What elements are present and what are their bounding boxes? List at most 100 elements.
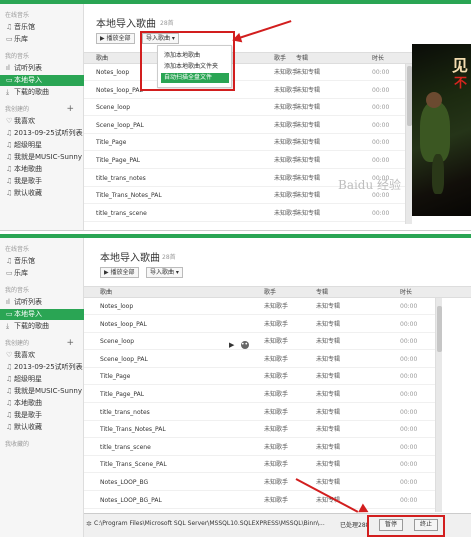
top-sidebar: 在线音乐 ♫ 音乐馆 ▭乐库 我的音乐 ıl 试听列表 ▭本地导入 ⤓ 下载的歌曲 我创建的 + ♡ 我喜… [0, 4, 84, 230]
cell-song: Scene_loop_PAL [96, 121, 144, 129]
table-row[interactable]: Notes_loop 未知歌手 未知专辑 00:00 [84, 298, 435, 315]
sidebar-item-label: 我喜欢 [14, 117, 35, 125]
cell-artist: 未知歌手 [264, 426, 289, 434]
cell-length: 00:00 [400, 391, 418, 398]
cell-artist: 未知歌手 [274, 209, 299, 217]
table-row[interactable]: Title_Page 未知歌手 未知专辑 00:00 [84, 368, 435, 386]
sidebar-item[interactable]: ♫ 默认收藏 [0, 422, 84, 433]
sidebar-item[interactable]: ♫ 音乐馆 [0, 22, 84, 33]
sidebar-item[interactable]: ♫ 我是歌手 [0, 176, 84, 187]
add-playlist-icon[interactable]: + [66, 338, 74, 349]
cell-album: 未知专辑 [296, 121, 321, 129]
table-row[interactable]: Scene_loop_PAL 未知歌手 未知专辑 00:00 [84, 117, 405, 134]
add-playlist-icon[interactable]: + [66, 104, 74, 115]
cell-artist: 未知歌手 [264, 303, 289, 310]
scan-status-bar: ✲ C:\Program Files\Microsoft SQL Server\… [84, 513, 471, 537]
sidebar-section-header: 在线音乐 [0, 244, 84, 255]
scrollbar-thumb[interactable] [437, 306, 442, 352]
import-songs-button[interactable]: 导入歌曲 ▾ [146, 267, 183, 278]
cell-song: title_trans_scene [100, 443, 151, 451]
row-more-icon[interactable]: ••• [241, 341, 252, 349]
sidebar-item-label: 试听列表 [14, 298, 42, 306]
table-row[interactable]: Notes_LOOP_BG 未知歌手 未知专辑 00:00 [84, 474, 435, 491]
sidebar-item[interactable]: ▭乐库 [0, 268, 84, 279]
table-row[interactable]: Scene_loop 未知歌手 未知专辑 00:00 [84, 99, 405, 117]
cell-artist: 未知歌手 [264, 320, 289, 328]
sidebar-item[interactable]: ♫ 2013-09-25试听列表 [0, 362, 84, 373]
play-all-button[interactable]: ▶ 播放全部 [96, 33, 135, 44]
table-row[interactable]: Title_Trans_Notes_PAL 未知歌手 未知专辑 00:00 [84, 421, 435, 439]
table-row[interactable]: title_trans_notes 未知歌手 未知专辑 00:00 [84, 404, 435, 421]
table-row[interactable]: Scene_loop 未知歌手 未知专辑 00:00 [84, 333, 435, 351]
sidebar-item[interactable]: ♫ 音乐馆 [0, 256, 84, 267]
sidebar-item[interactable]: ▭本地导入 [0, 309, 84, 320]
sidebar-item[interactable]: ♫ 我是歌手 [0, 410, 84, 421]
table-row[interactable]: Title_Page_PAL 未知歌手 未知专辑 00:00 [84, 386, 435, 403]
scan-processed-count: 已处理288 [340, 522, 370, 529]
sidebar-item[interactable]: ▭乐库 [0, 34, 84, 45]
cell-album: 未知专辑 [296, 174, 321, 182]
sidebar-item[interactable]: ♫ 超级明星 [0, 140, 84, 151]
monitor-icon: ▭ [6, 76, 13, 84]
sidebar-item-label: 我是歌手 [14, 177, 42, 185]
cell-artist: 未知歌手 [274, 139, 299, 147]
sidebar-item[interactable]: ♡ 我喜欢 [0, 350, 84, 361]
scan-current-path: C:\Program Files\Microsoft SQL Server\MS… [94, 520, 325, 527]
play-all-button[interactable]: ▶ 播放全部 [100, 267, 139, 278]
cell-length: 00:00 [400, 426, 418, 434]
table-row[interactable]: Notes_loop_PAL 未知歌手 未知专辑 00:00 [84, 82, 405, 99]
bars-icon: ıl [6, 64, 10, 72]
table-row[interactable]: Title_Page_PAL 未知歌手 未知专辑 00:00 [84, 152, 405, 169]
table-header: 歌曲 歌手 专辑 时长 [84, 286, 471, 298]
row-play-icon[interactable]: ▶ [229, 341, 234, 349]
sidebar-item[interactable]: ▭本地导入 [0, 75, 84, 86]
table-row[interactable]: Notes_loop 未知歌手 未知专辑 00:00 [84, 64, 405, 81]
cell-artist: 未知歌手 [274, 157, 299, 164]
table-row[interactable]: title_trans_scene 未知歌手 未知专辑 00:00 [84, 439, 435, 456]
sidebar-item-label: 音乐馆 [14, 257, 35, 265]
library-icon: ▭ [6, 269, 13, 277]
cell-length: 00:00 [372, 69, 390, 76]
cell-song: Title_Page [96, 139, 127, 147]
cell-album: 未知专辑 [296, 69, 321, 76]
sidebar-item-label: 下载的歌曲 [14, 322, 49, 330]
tutorial-screenshot: 在线音乐 ♫ 音乐馆 ▭乐库 我的音乐 ıl 试听列表 ▭本地导入 ⤓ 下载的歌曲 我创建的 + ♡ 我喜… [0, 0, 471, 537]
sidebar-item[interactable]: ♫ 本地歌曲 [0, 164, 84, 175]
cell-song: Title_Trans_Scene_PAL [100, 461, 167, 469]
cell-album: 未知专辑 [316, 338, 341, 346]
watermark: Baidu 经验 [338, 178, 402, 192]
cell-artist: 未知歌手 [264, 355, 289, 363]
sidebar-item[interactable]: ♫ 本地歌曲 [0, 398, 84, 409]
sidebar-item[interactable]: ♫ 我就是MUSIC-Sunny [0, 386, 84, 397]
cell-length: 00:00 [372, 157, 390, 164]
annotation-box [140, 31, 235, 91]
table-row[interactable]: Notes_loop_PAL 未知歌手 未知专辑 00:00 [84, 316, 435, 333]
table-row[interactable]: Scene_loop_PAL 未知歌手 未知专辑 00:00 [84, 351, 435, 368]
cell-length: 00:00 [400, 373, 418, 381]
cell-song: Title_Trans_Notes_PAL [96, 192, 162, 200]
table-row[interactable]: Title_Trans_Scene_PAL 未知歌手 未知专辑 00:00 [84, 456, 435, 474]
sidebar-item[interactable]: ♫ 超级明星 [0, 374, 84, 385]
sidebar-item[interactable]: ♫ 2013-09-25试听列表 [0, 128, 84, 139]
playlist-icon: ♫ [6, 177, 13, 185]
sidebar-item[interactable]: ♡ 我喜欢 [0, 116, 84, 127]
sidebar-item[interactable]: ♫ 我就是MUSIC-Sunny [0, 152, 84, 163]
sidebar-item-label: 本地导入 [14, 310, 42, 318]
table-row[interactable]: Title_Page 未知歌手 未知专辑 00:00 [84, 134, 405, 152]
cell-artist: 未知歌手 [264, 443, 289, 451]
table-row[interactable]: Notes_LOOP_BG_PAL 未知歌手 未知专辑 00:00 [84, 492, 435, 509]
page-title: 本地导入歌曲 [100, 253, 160, 264]
sidebar-item[interactable]: ıl 试听列表 [0, 297, 84, 308]
cell-artist: 未知歌手 [274, 69, 299, 76]
sidebar-item-label: 2013-09-25试听列表 [14, 129, 83, 137]
cell-length: 00:00 [400, 355, 418, 363]
sidebar-item-label: 我收藏的 [5, 441, 30, 448]
sidebar-item[interactable]: ıl 试听列表 [0, 63, 84, 74]
table-row[interactable]: title_trans_scene 未知歌手 未知专辑 00:00 [84, 205, 405, 222]
sidebar-item-label: 我喜欢 [14, 351, 35, 359]
sidebar-item[interactable]: ♫ 默认收藏 [0, 188, 84, 199]
sidebar-item[interactable]: ⤓ 下载的歌曲 [0, 87, 84, 98]
sidebar-item[interactable]: ⤓ 下载的歌曲 [0, 321, 84, 332]
song-list-scrollbar[interactable] [405, 64, 412, 224]
song-list-scrollbar[interactable] [435, 298, 442, 512]
